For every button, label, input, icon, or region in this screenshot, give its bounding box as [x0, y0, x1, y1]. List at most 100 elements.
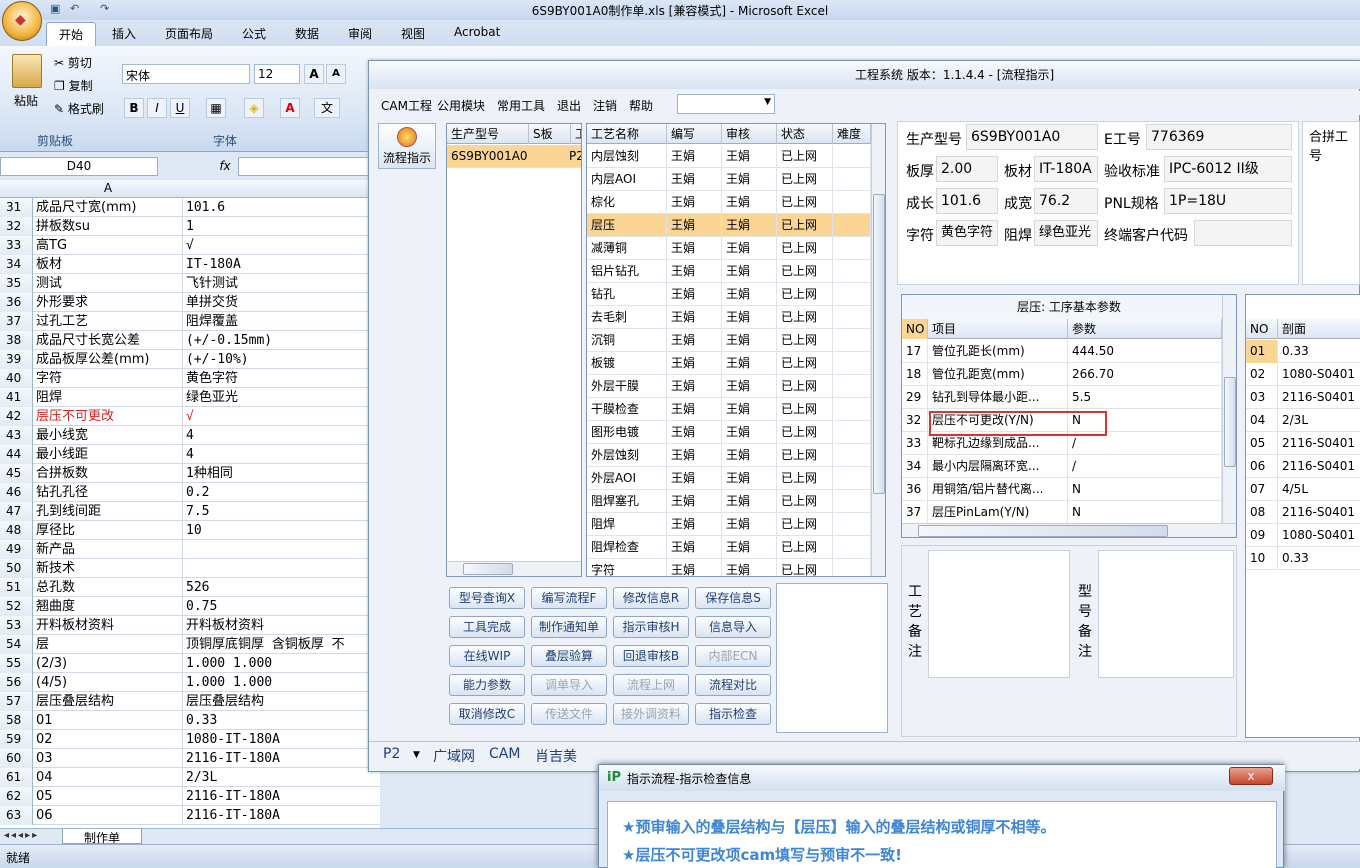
s-board-col-header[interactable]: S板 — [529, 124, 571, 144]
sheet-row[interactable]: 39 成品板厚公差(mm) (+/-10%) — [0, 350, 380, 369]
process-row[interactable]: 干膜检查 王娟 王娟 已上网 — [587, 398, 871, 421]
cell-b[interactable]: 阻焊覆盖 — [184, 312, 380, 331]
row-number[interactable]: 41 — [0, 388, 33, 407]
action-button-12[interactable]: 能力参数 — [449, 674, 525, 696]
cell-b[interactable]: 顶铜厚底铜厚 含铜板厚 不 — [184, 635, 380, 654]
action-button-8[interactable]: 在线WIP — [449, 645, 525, 667]
cell-b[interactable]: 层压叠层结构 — [184, 692, 380, 711]
cell-b[interactable]: 1种相同 — [184, 464, 380, 483]
cell-b[interactable] — [184, 540, 380, 559]
cell-b[interactable]: 0.75 — [184, 597, 380, 616]
row-number[interactable]: 37 — [0, 312, 33, 331]
param-col-header[interactable]: 参数 — [1068, 319, 1222, 339]
row-number[interactable]: 43 — [0, 426, 33, 445]
stack-row[interactable]: 04 2/3L — [1246, 409, 1360, 432]
sheet-row[interactable]: 45 合拼板数 1种相同 — [0, 464, 380, 483]
cell-b[interactable]: 0.33 — [184, 711, 380, 730]
cell-a[interactable]: 新产品 — [34, 540, 183, 559]
row-number[interactable]: 33 — [0, 236, 33, 255]
row-number[interactable]: 51 — [0, 578, 33, 597]
cell-a[interactable]: 03 — [34, 749, 183, 768]
cell-b[interactable]: 黄色字符 — [184, 369, 380, 388]
sheet-tab-production[interactable]: 制作单 — [62, 829, 142, 845]
sheet-row[interactable]: 49 新产品 — [0, 540, 380, 559]
cell-a[interactable]: 板材 — [34, 255, 183, 274]
stack-row[interactable]: 01 0.33 — [1246, 340, 1360, 363]
stack-row[interactable]: 05 2116-S0401 — [1246, 432, 1360, 455]
cell-a[interactable]: 合拼板数 — [34, 464, 183, 483]
ribbon-tab-formulas[interactable]: 公式 — [242, 25, 266, 42]
param-row[interactable]: 17 管位孔距长(mm) 444.50 — [902, 340, 1222, 363]
standard-field[interactable]: IPC-6012 II级 — [1164, 156, 1292, 182]
param-row[interactable]: 34 最小内层隔离环宽... / — [902, 455, 1222, 478]
no-col-header[interactable]: NO — [902, 319, 928, 339]
row-number[interactable]: 39 — [0, 350, 33, 369]
process-row[interactable]: 图形电镀 王娟 王娟 已上网 — [587, 421, 871, 444]
action-button-10[interactable]: 回退审核B — [613, 645, 689, 667]
action-button-4[interactable]: 工具完成 — [449, 616, 525, 638]
stack-row[interactable]: 06 2116-S0401 — [1246, 455, 1360, 478]
sheet-row[interactable]: 34 板材 IT-180A — [0, 255, 380, 274]
row-number[interactable]: 58 — [0, 711, 33, 730]
sheet-row[interactable]: 36 外形要求 单拼交货 — [0, 293, 380, 312]
process-row[interactable]: 内层蚀刻 王娟 王娟 已上网 — [587, 145, 871, 168]
sheet-row[interactable]: 32 拼板数su 1 — [0, 217, 380, 236]
menu-combo-select[interactable]: ▼ — [677, 94, 775, 114]
sheet-row[interactable]: 37 过孔工艺 阻焊覆盖 — [0, 312, 380, 331]
sheet-nav-arrows-icon[interactable]: ◂◂◂▸▸ — [4, 830, 39, 841]
cell-a[interactable]: 测试 — [34, 274, 183, 293]
cell-b[interactable]: √ — [184, 236, 380, 255]
cell-a[interactable]: 最小线距 — [34, 445, 183, 464]
ribbon-tab-review[interactable]: 审阅 — [348, 25, 372, 42]
row-number[interactable]: 60 — [0, 749, 33, 768]
process-row[interactable]: 阻焊检查 王娟 王娟 已上网 — [587, 536, 871, 559]
cell-b[interactable]: 526 — [184, 578, 380, 597]
width-field[interactable]: 76.2 — [1034, 188, 1098, 214]
row-number[interactable]: 62 — [0, 787, 33, 806]
cell-a[interactable]: 总孔数 — [34, 578, 183, 597]
param-row[interactable]: 37 层压PinLam(Y/N) N — [902, 501, 1222, 524]
menu-exit[interactable]: 退出 — [557, 97, 581, 114]
model-field[interactable]: 6S9BY001A0 — [966, 124, 1098, 150]
formula-input[interactable] — [238, 157, 378, 176]
row-number[interactable]: 32 — [0, 217, 33, 236]
action-button-16[interactable]: 取消修改C — [449, 703, 525, 725]
sheet-row[interactable]: 43 最小线宽 4 — [0, 426, 380, 445]
cell-b[interactable]: 7.5 — [184, 502, 380, 521]
sheet-row[interactable]: 52 翘曲度 0.75 — [0, 597, 380, 616]
sheet-row[interactable]: 44 最小线距 4 — [0, 445, 380, 464]
row-number[interactable]: 54 — [0, 635, 33, 654]
cell-a[interactable]: 孔到线间距 — [34, 502, 183, 521]
action-button-3[interactable]: 保存信息S — [695, 587, 771, 609]
phonetic-icon[interactable]: 文 — [314, 98, 340, 118]
cell-b[interactable]: 4 — [184, 445, 380, 464]
process-row[interactable]: 铝片钻孔 王娟 王娟 已上网 — [587, 260, 871, 283]
sheet-row[interactable]: 61 04 2/3L — [0, 768, 380, 787]
cell-a[interactable]: 外形要求 — [34, 293, 183, 312]
row-number[interactable]: 38 — [0, 331, 33, 350]
cell-b[interactable]: 开料板材资料 — [184, 616, 380, 635]
stack-row[interactable]: 02 1080-S0401 — [1246, 363, 1360, 386]
cell-b[interactable]: 飞针测试 — [184, 274, 380, 293]
stack-row[interactable]: 09 1080-S0401 — [1246, 524, 1360, 547]
process-row[interactable]: 沉铜 王娟 王娟 已上网 — [587, 329, 871, 352]
border-icon[interactable]: ▦ — [206, 98, 226, 118]
cell-a[interactable]: 过孔工艺 — [34, 312, 183, 331]
format-painter-button[interactable]: ✎ 格式刷 — [54, 100, 104, 117]
material-field[interactable]: IT-180A — [1034, 156, 1098, 182]
ribbon-tab-data[interactable]: 数据 — [295, 25, 319, 42]
quick-access-undo-icon[interactable]: ↶ — [70, 2, 79, 15]
action-button-14[interactable]: 流程上网 — [613, 674, 689, 696]
action-button-6[interactable]: 指示审核H — [613, 616, 689, 638]
scroll-thumb[interactable] — [918, 525, 1168, 537]
flow-instruction-button[interactable]: 流程指示 — [378, 123, 436, 169]
cell-a[interactable]: 02 — [34, 730, 183, 749]
solder-mask-field[interactable]: 绿色亚光 — [1034, 220, 1098, 246]
stack-row[interactable]: 07 4/5L — [1246, 478, 1360, 501]
action-button-17[interactable]: 传送文件 — [531, 703, 607, 725]
scroll-thumb[interactable] — [873, 194, 885, 494]
cell-b[interactable]: 1 — [184, 217, 380, 236]
stack-row[interactable]: 03 2116-S0401 — [1246, 386, 1360, 409]
process-row[interactable]: 字符 王娟 王娟 已上网 — [587, 559, 871, 576]
action-button-1[interactable]: 编写流程F — [531, 587, 607, 609]
